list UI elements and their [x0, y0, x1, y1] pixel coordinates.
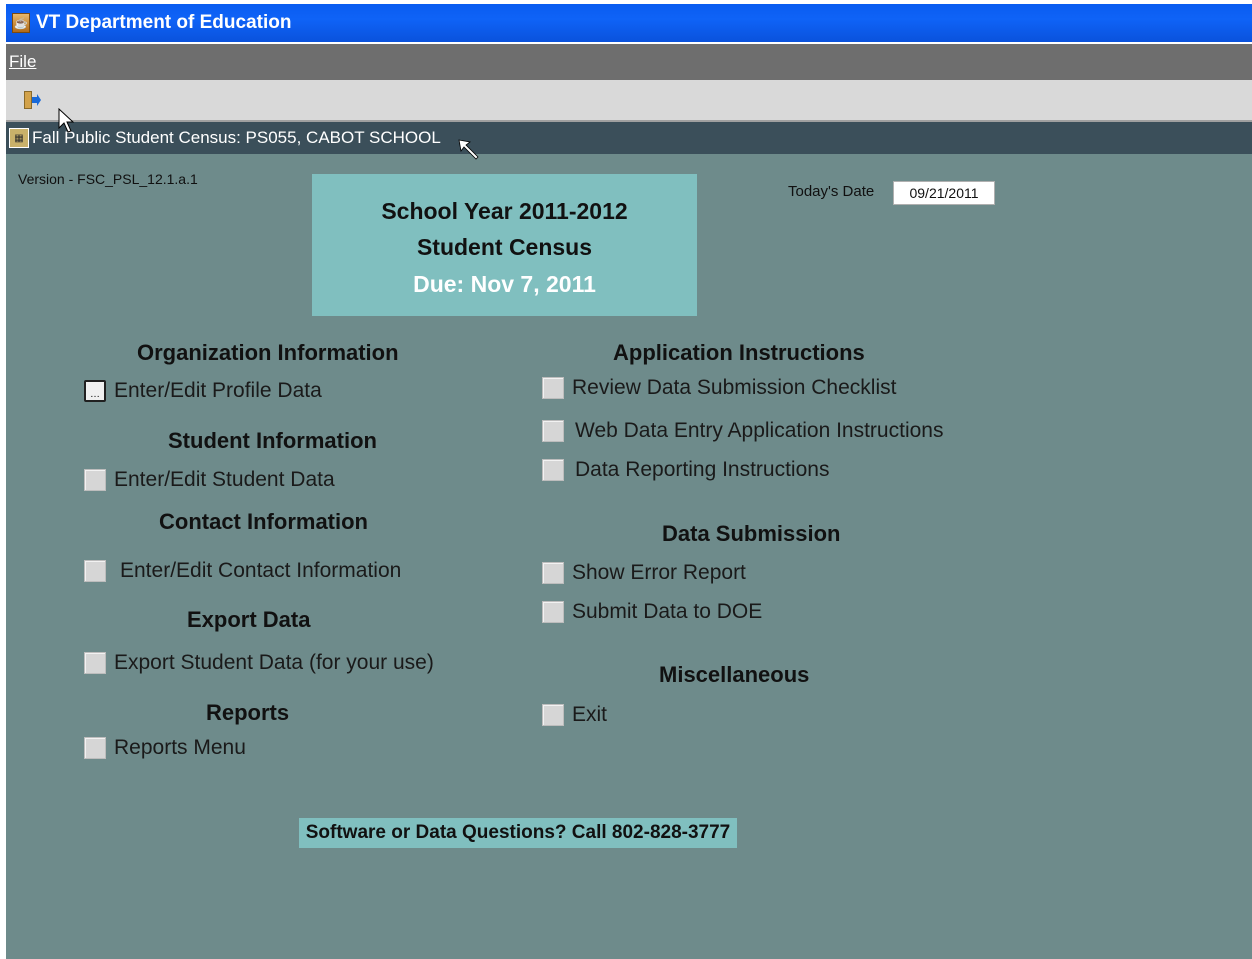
option-label: Data Reporting Instructions [575, 458, 830, 481]
menu-bar: File [6, 44, 1252, 80]
main-canvas: Version - FSC_PSL_12.1.a.1 School Year 2… [6, 154, 1252, 959]
option-label: Show Error Report [572, 561, 746, 584]
option-label: Enter/Edit Contact Information [120, 559, 402, 582]
button-square-icon: … [84, 380, 106, 402]
option-label: Submit Data to DOE [572, 600, 763, 623]
menu-file[interactable]: File [9, 52, 36, 72]
heading-miscellaneous: Miscellaneous [659, 662, 810, 687]
school-year-banner: School Year 2011-2012 Student Census Due… [312, 174, 697, 316]
button-square-icon [84, 560, 106, 582]
button-square-icon [542, 601, 564, 623]
heading-organization-information: Organization Information [137, 340, 399, 365]
option-label: Export Student Data (for your use) [114, 651, 434, 674]
banner-title: Student Census [416, 234, 593, 260]
heading-student-information: Student Information [168, 428, 377, 453]
java-app-icon: ☕ [12, 13, 30, 33]
heading-reports: Reports [206, 700, 290, 725]
version-text: Version - FSC_PSL_12.1.a.1 [18, 171, 198, 187]
form-title: Fall Public Student Census: PS055, CABOT… [32, 128, 441, 147]
heading-contact-information: Contact Information [159, 509, 368, 534]
mouse-pointer-icon [58, 108, 74, 133]
window-title: VT Department of Education [36, 12, 292, 33]
enter-edit-contact-information-button[interactable]: Enter/Edit Contact Information [84, 559, 401, 583]
export-student-data-button[interactable]: Export Student Data (for your use) [84, 651, 434, 675]
option-label: Exit [572, 703, 608, 726]
support-contact-banner: Software or Data Questions? Call 802-828… [299, 818, 737, 848]
enter-edit-profile-data-button[interactable]: … Enter/Edit Profile Data [84, 379, 322, 403]
toolbar [6, 80, 1252, 122]
banner-school-year: School Year 2011-2012 [381, 198, 628, 224]
arrow-pointer-icon [458, 139, 479, 160]
window-title-bar: ☕ VT Department of Education [6, 4, 1252, 42]
form-title-bar: ▦ Fall Public Student Census: PS055, CAB… [6, 122, 1252, 154]
option-label: Reports Menu [114, 736, 246, 759]
todays-date-field[interactable]: 09/21/2011 [893, 181, 995, 205]
option-label: Enter/Edit Student Data [114, 468, 335, 491]
submit-data-to-doe-button[interactable]: Submit Data to DOE [542, 600, 762, 624]
web-data-entry-instructions-button[interactable]: Web Data Entry Application Instructions [542, 419, 943, 443]
button-square-icon [542, 562, 564, 584]
option-label: Web Data Entry Application Instructions [575, 419, 944, 442]
button-square-icon [542, 459, 564, 481]
heading-export-data: Export Data [187, 607, 311, 632]
form-icon: ▦ [9, 128, 29, 148]
enter-edit-student-data-button[interactable]: Enter/Edit Student Data [84, 468, 335, 492]
banner-due-date: Due: Nov 7, 2011 [413, 271, 596, 297]
button-square-icon [84, 737, 106, 759]
option-label: Enter/Edit Profile Data [114, 379, 322, 402]
data-reporting-instructions-button[interactable]: Data Reporting Instructions [542, 458, 829, 482]
exit-button[interactable]: Exit [542, 703, 607, 727]
button-square-icon [84, 652, 106, 674]
button-square-icon [84, 469, 106, 491]
heading-application-instructions: Application Instructions [613, 340, 865, 365]
option-label: Review Data Submission Checklist [572, 376, 897, 399]
reports-menu-button[interactable]: Reports Menu [84, 736, 246, 760]
heading-data-submission: Data Submission [662, 521, 841, 546]
todays-date-label: Today's Date [788, 183, 875, 200]
button-square-icon [542, 704, 564, 726]
review-data-submission-checklist-button[interactable]: Review Data Submission Checklist [542, 376, 896, 400]
show-error-report-button[interactable]: Show Error Report [542, 561, 746, 585]
button-square-icon [542, 377, 564, 399]
button-square-icon [542, 420, 564, 442]
exit-door-icon[interactable] [22, 89, 42, 111]
